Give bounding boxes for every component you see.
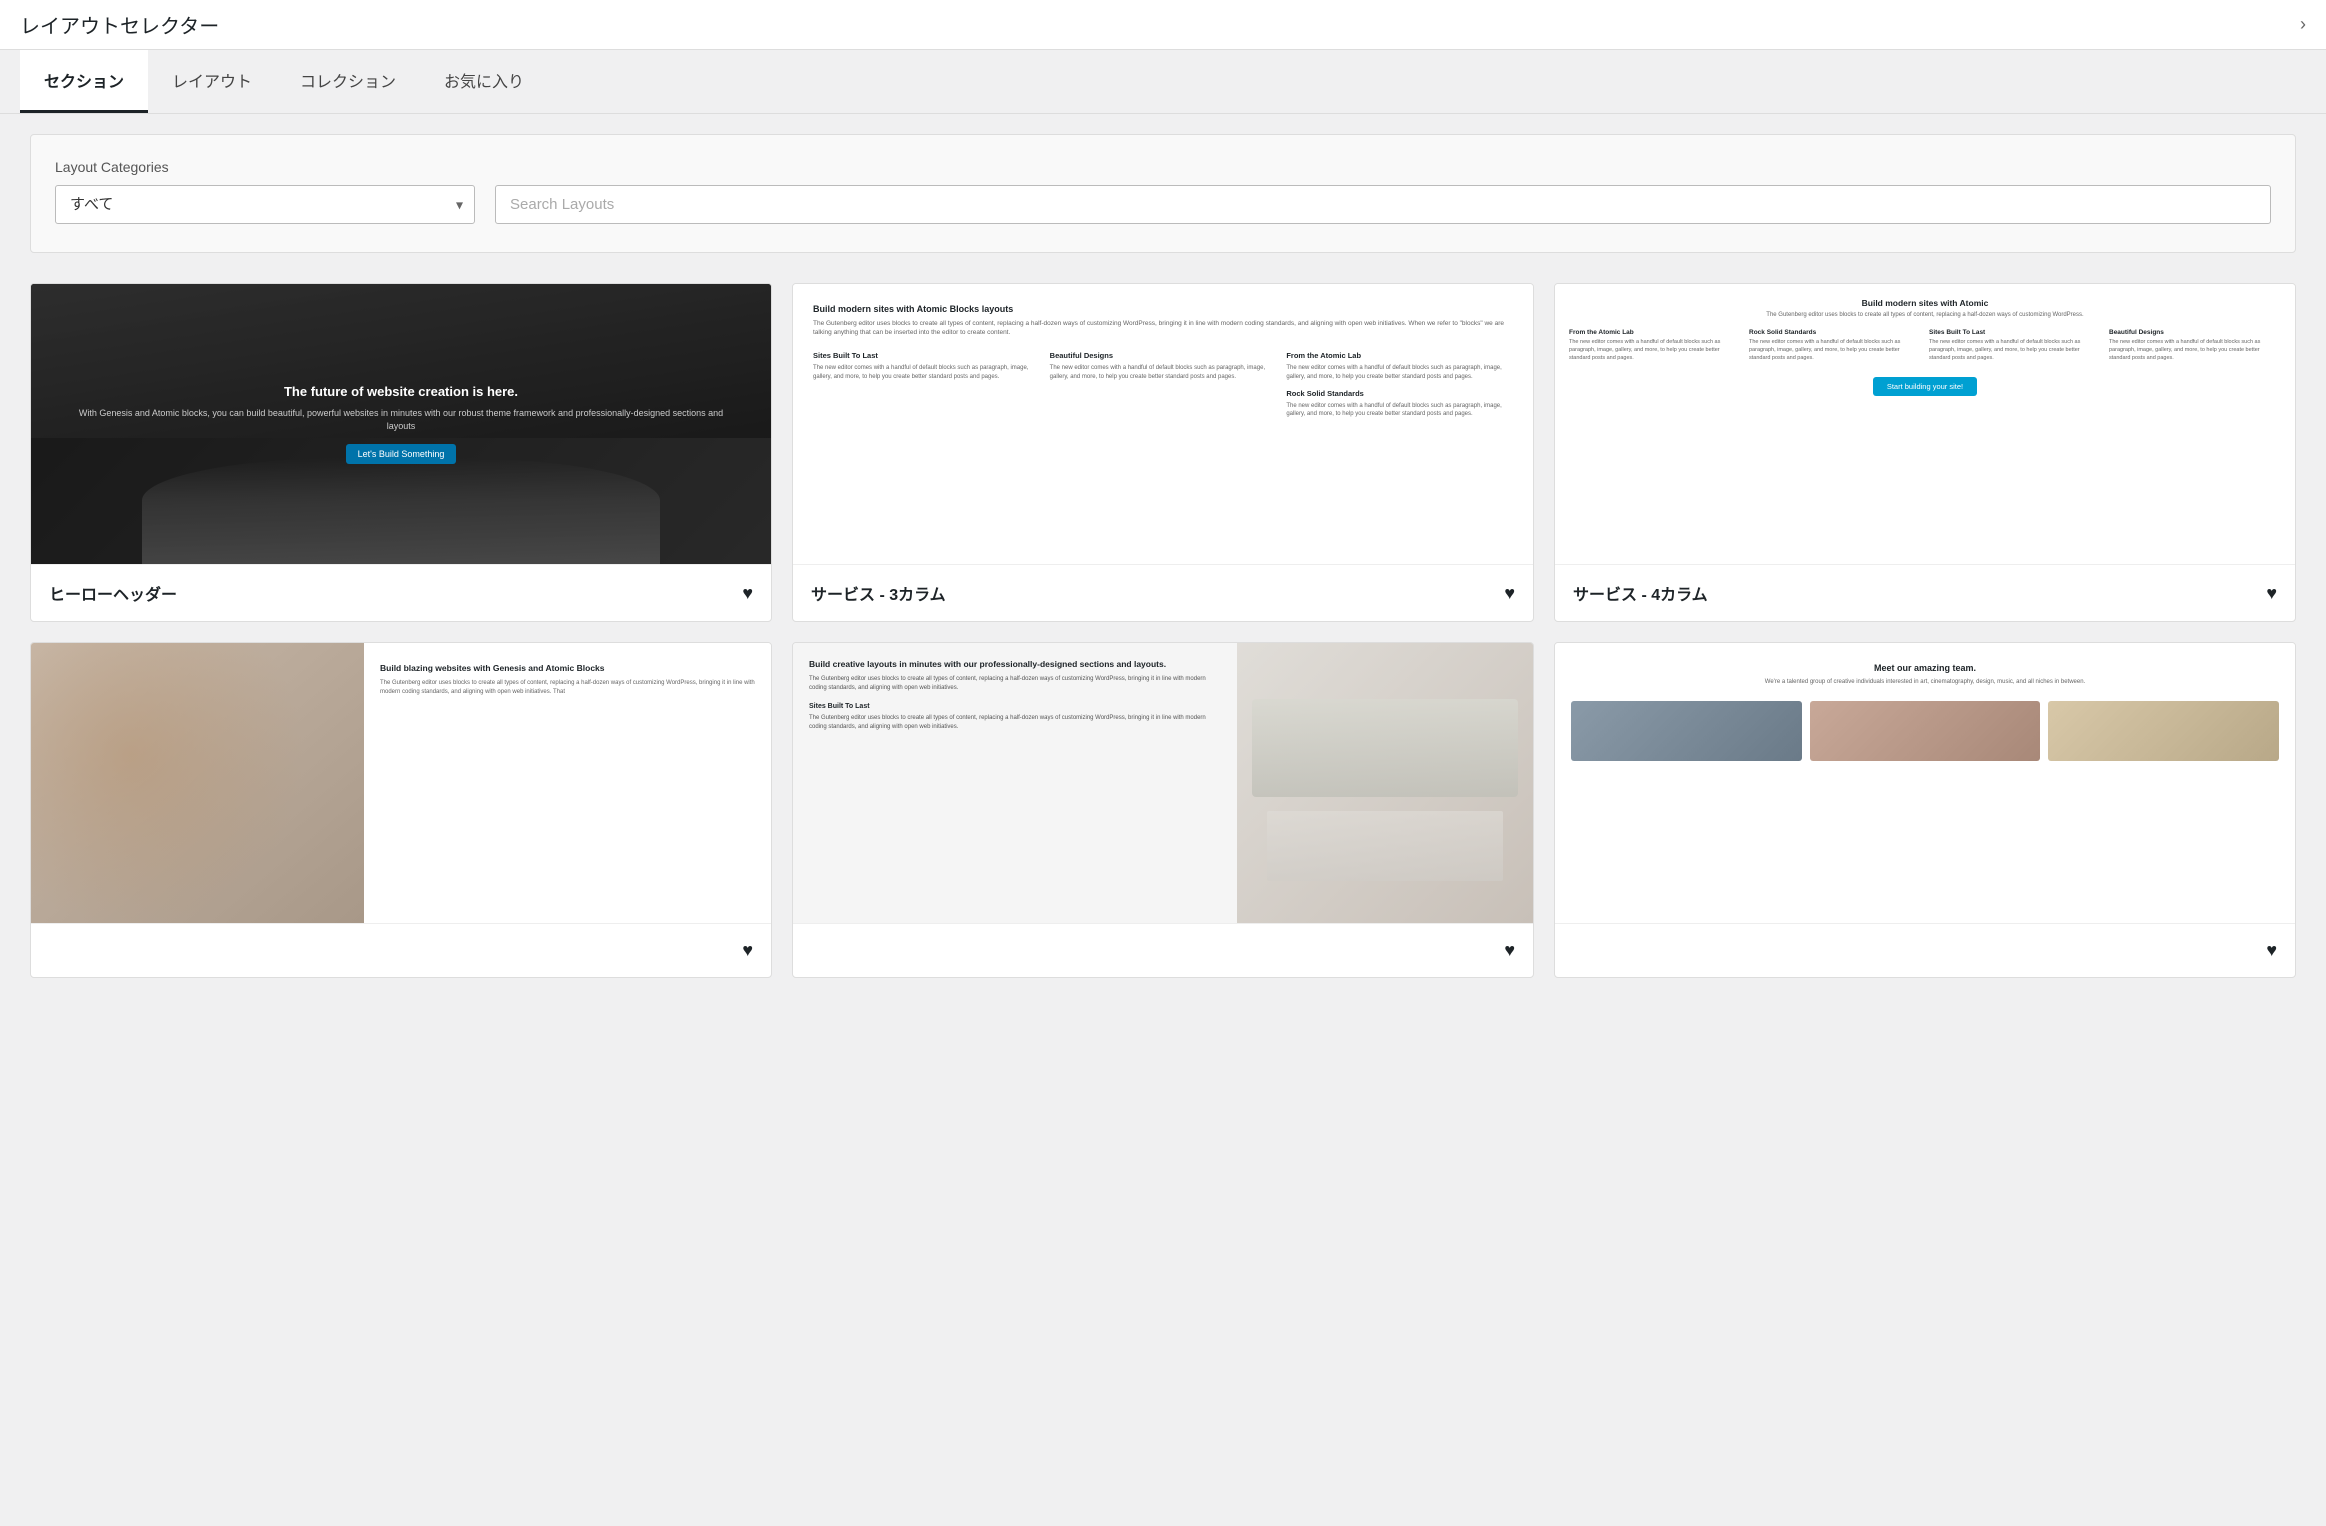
card-service3-title: サービス - 3カラム <box>811 581 946 605</box>
hero-text-block: The future of website creation is here. … <box>61 374 741 474</box>
card-team: Meet our amazing team. We're a talented … <box>1554 642 2296 978</box>
service3-col1: Sites Built To Last The new editor comes… <box>813 351 1040 419</box>
hero-headline: The future of website creation is here. <box>71 384 731 399</box>
content1-inner: Build blazing websites with Genesis and … <box>31 643 771 923</box>
service3-main-desc: The Gutenberg editor uses blocks to crea… <box>813 319 1513 337</box>
content1-image <box>31 643 364 923</box>
service3-main-title: Build modern sites with Atomic Blocks la… <box>813 304 1513 314</box>
content2-image <box>1237 643 1533 923</box>
tab-layouts[interactable]: レイアウト <box>148 50 276 113</box>
card-service4-preview[interactable]: Build modern sites with Atomic The Guten… <box>1555 284 2295 564</box>
card-hero-preview[interactable]: The future of website creation is here. … <box>31 284 771 564</box>
content1-body: The Gutenberg editor uses blocks to crea… <box>380 679 755 697</box>
card-content1-preview[interactable]: Build blazing websites with Genesis and … <box>31 643 771 923</box>
service3-col2: Beautiful Designs The new editor comes w… <box>1050 351 1277 419</box>
team-member-1 <box>1571 701 1802 761</box>
favorite-icon[interactable]: ♥ <box>742 940 753 961</box>
service4-header: Build modern sites with Atomic The Guten… <box>1569 298 2281 319</box>
card-hero-footer: ヒーローヘッダー ♥ <box>31 564 771 621</box>
card-hero-header: The future of website creation is here. … <box>30 283 772 622</box>
service3-col3: From the Atomic Lab The new editor comes… <box>1286 351 1513 419</box>
service4-col2: Rock Solid Standards The new editor come… <box>1749 329 1921 362</box>
service4-main-title: Build modern sites with Atomic <box>1569 298 2281 308</box>
content2-title: Build creative layouts in minutes with o… <box>809 659 1221 669</box>
tab-favorites[interactable]: お気に入り <box>420 50 548 113</box>
team-member-2 <box>1810 701 2041 761</box>
card-content2: Build creative layouts in minutes with o… <box>792 642 1534 978</box>
content1-title: Build blazing websites with Genesis and … <box>380 663 755 673</box>
favorite-icon[interactable]: ♥ <box>2266 583 2277 604</box>
team-inner: Meet our amazing team. We're a talented … <box>1555 643 2295 923</box>
favorite-icon[interactable]: ♥ <box>1504 940 1515 961</box>
card-content2-preview[interactable]: Build creative layouts in minutes with o… <box>793 643 1533 923</box>
card-hero-title: ヒーローヘッダー <box>49 581 177 605</box>
card-service3-footer: サービス - 3カラム ♥ <box>793 564 1533 621</box>
content2-inner: Build creative layouts in minutes with o… <box>793 643 1533 923</box>
service3-header: Build modern sites with Atomic Blocks la… <box>813 304 1513 337</box>
hero-preview-inner: The future of website creation is here. … <box>31 284 771 564</box>
search-input[interactable] <box>495 185 2271 224</box>
tab-collections[interactable]: コレクション <box>276 50 420 113</box>
hero-subtext: With Genesis and Atomic blocks, you can … <box>71 407 731 432</box>
category-select[interactable]: すべてヒーローサービスチームコンテンツ <box>55 185 475 224</box>
card-content1: Build blazing websites with Genesis and … <box>30 642 772 978</box>
content1-text: Build blazing websites with Genesis and … <box>364 643 771 923</box>
header-close-arrow[interactable]: › <box>2300 14 2306 35</box>
content2-section-title: Sites Built To Last <box>809 703 1221 710</box>
card-team-footer: ♥ <box>1555 923 2295 977</box>
app-header: レイアウトセレクター › <box>0 0 2326 50</box>
content2-text: Build creative layouts in minutes with o… <box>793 643 1237 923</box>
category-label: Layout Categories <box>55 159 2271 175</box>
content2-desc: The Gutenberg editor uses blocks to crea… <box>809 675 1221 693</box>
hero-cta-button[interactable]: Let's Build Something <box>346 444 457 464</box>
service4-col1: From the Atomic Lab The new editor comes… <box>1569 329 1741 362</box>
layout-grid: The future of website creation is here. … <box>30 283 2296 978</box>
card-service3-preview[interactable]: Build modern sites with Atomic Blocks la… <box>793 284 1533 564</box>
service4-btn-wrap: Start building your site! <box>1569 376 2281 396</box>
card-service4-footer: サービス - 4カラム ♥ <box>1555 564 2295 621</box>
service4-preview-inner: Build modern sites with Atomic The Guten… <box>1555 284 2295 564</box>
service4-columns: From the Atomic Lab The new editor comes… <box>1569 329 2281 362</box>
service4-col3: Sites Built To Last The new editor comes… <box>1929 329 2101 362</box>
app-title: レイアウトセレクター <box>20 10 219 39</box>
team-member-3 <box>2048 701 2279 761</box>
service4-cta-button[interactable]: Start building your site! <box>1873 377 1977 396</box>
service3-columns: Sites Built To Last The new editor comes… <box>813 351 1513 419</box>
favorite-icon[interactable]: ♥ <box>2266 940 2277 961</box>
service3-preview-inner: Build modern sites with Atomic Blocks la… <box>793 284 1533 564</box>
card-content1-footer: ♥ <box>31 923 771 977</box>
card-service4-title: サービス - 4カラム <box>1573 581 1708 605</box>
main-content: Layout Categories すべてヒーローサービスチームコンテンツ ▾ <box>0 114 2326 998</box>
favorite-icon[interactable]: ♥ <box>1504 583 1515 604</box>
card-service4: Build modern sites with Atomic The Guten… <box>1554 283 2296 622</box>
service4-col4: Beautiful Designs The new editor comes w… <box>2109 329 2281 362</box>
team-title: Meet our amazing team. <box>1571 663 2279 673</box>
team-members-grid <box>1571 701 2279 761</box>
card-team-preview[interactable]: Meet our amazing team. We're a talented … <box>1555 643 2295 923</box>
tab-sections[interactable]: セクション <box>20 50 148 113</box>
team-desc: We're a talented group of creative indiv… <box>1571 678 2279 687</box>
category-select-wrapper: すべてヒーローサービスチームコンテンツ ▾ <box>55 185 475 224</box>
filter-section: Layout Categories すべてヒーローサービスチームコンテンツ ▾ <box>30 134 2296 253</box>
service4-main-desc: The Gutenberg editor uses blocks to crea… <box>1569 311 2281 319</box>
favorite-icon[interactable]: ♥ <box>742 583 753 604</box>
content2-section-text: The Gutenberg editor uses blocks to crea… <box>809 714 1221 732</box>
card-service3: Build modern sites with Atomic Blocks la… <box>792 283 1534 622</box>
card-content2-footer: ♥ <box>793 923 1533 977</box>
tabs-bar: セクション レイアウト コレクション お気に入り <box>0 50 2326 114</box>
filter-row: すべてヒーローサービスチームコンテンツ ▾ <box>55 185 2271 224</box>
